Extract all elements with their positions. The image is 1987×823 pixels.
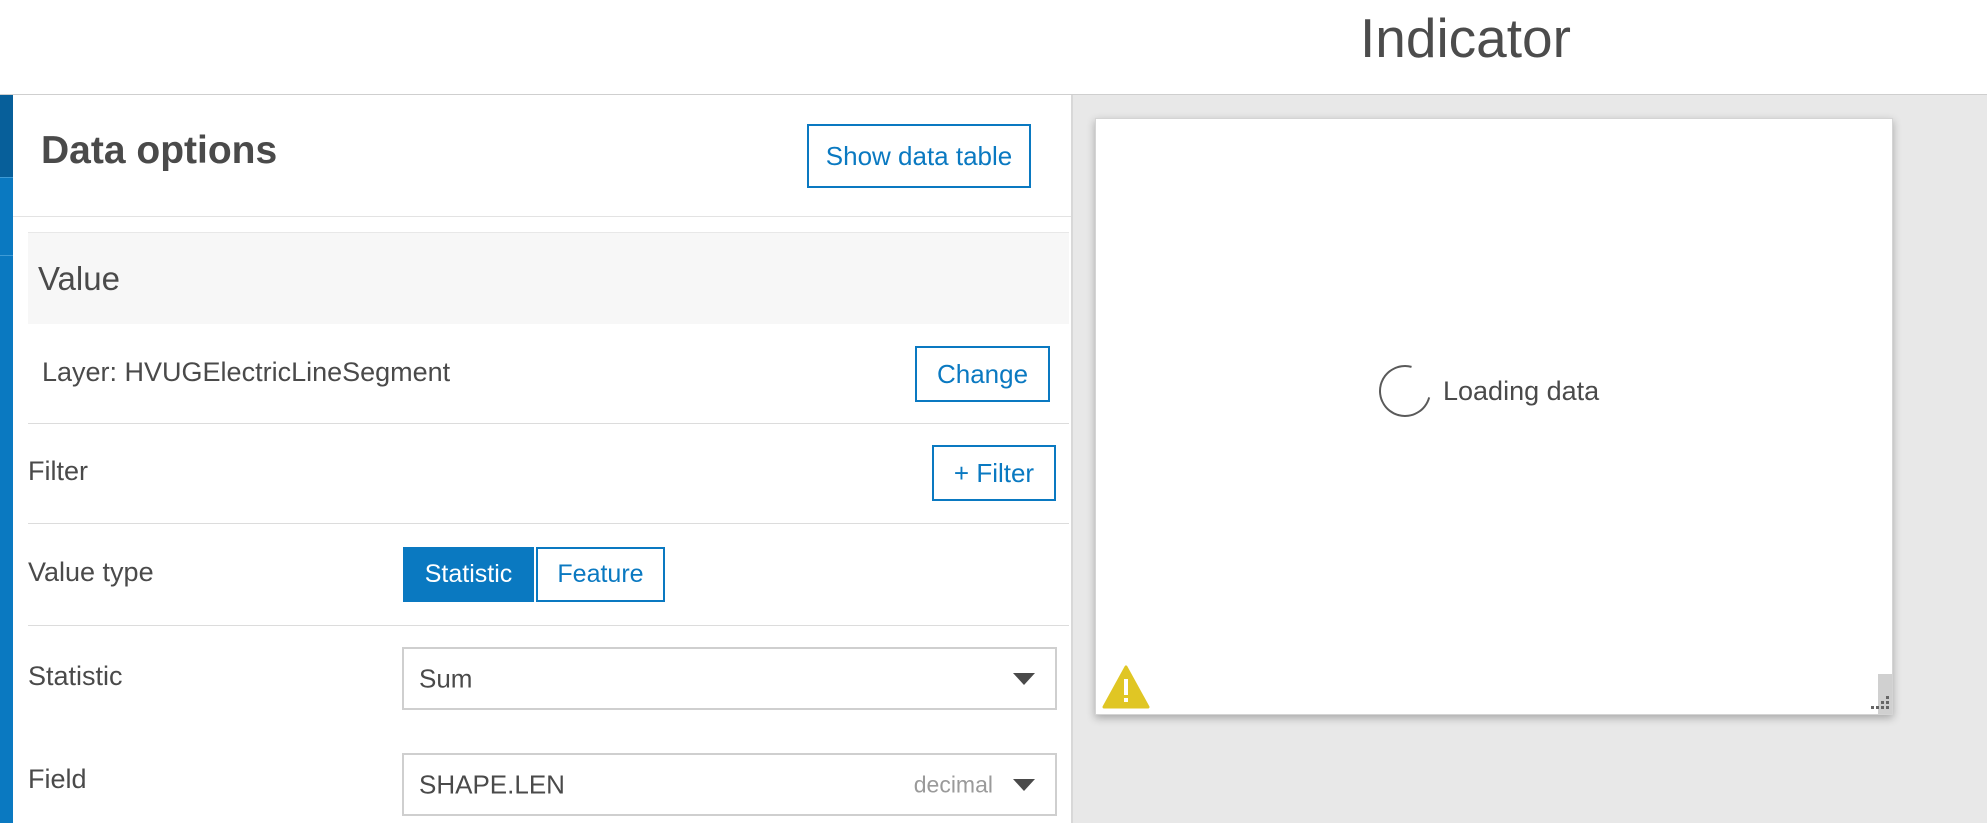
value-type-statistic-toggle[interactable]: Statistic xyxy=(403,547,534,602)
filter-label: Filter xyxy=(28,456,88,486)
side-nav-strip[interactable] xyxy=(0,95,13,823)
layer-label: Layer: HVUGElectricLineSegment xyxy=(42,357,451,387)
warning-icon[interactable] xyxy=(1102,665,1150,709)
statistic-label: Statistic xyxy=(28,661,123,691)
divider xyxy=(28,423,1069,424)
field-select-value: SHAPE.LEN xyxy=(419,769,565,799)
divider xyxy=(28,625,1069,626)
value-section-title: Value xyxy=(38,260,120,297)
data-options-panel: Data options Show data table Value Layer… xyxy=(13,95,1073,823)
show-data-table-button[interactable]: Show data table xyxy=(807,124,1031,188)
loading-text: Loading data xyxy=(1443,375,1600,406)
panel-title: Data options xyxy=(41,129,278,172)
loading-spinner-icon xyxy=(1369,355,1441,427)
indicator-preview-card[interactable]: Loading data xyxy=(1095,118,1893,715)
preview-area: Loading data xyxy=(1073,95,1987,823)
panel-header: Data options Show data table xyxy=(13,95,1071,217)
statistic-select[interactable]: Sum xyxy=(402,647,1057,710)
statistic-select-value: Sum xyxy=(419,663,473,693)
resize-handle-icon[interactable] xyxy=(1868,674,1892,714)
add-filter-button[interactable]: + Filter xyxy=(932,445,1056,501)
chevron-down-icon xyxy=(1013,672,1035,685)
side-nav-divider xyxy=(0,255,13,256)
field-type-hint: decimal xyxy=(913,771,993,797)
page-title: Indicator xyxy=(1360,7,1571,69)
field-select[interactable]: SHAPE.LEN decimal xyxy=(402,753,1057,816)
side-nav-active-tab[interactable] xyxy=(0,95,13,177)
value-section-header: Value xyxy=(28,232,1069,324)
side-nav-divider xyxy=(0,177,13,178)
value-type-feature-toggle[interactable]: Feature xyxy=(536,547,665,602)
field-label: Field xyxy=(28,764,87,794)
divider xyxy=(28,523,1069,524)
value-type-label: Value type xyxy=(28,557,154,587)
app-header: Indicator xyxy=(0,0,1987,95)
chevron-down-icon xyxy=(1013,778,1035,791)
loading-indicator: Loading data xyxy=(1369,355,1600,427)
change-layer-button[interactable]: Change xyxy=(915,346,1050,402)
